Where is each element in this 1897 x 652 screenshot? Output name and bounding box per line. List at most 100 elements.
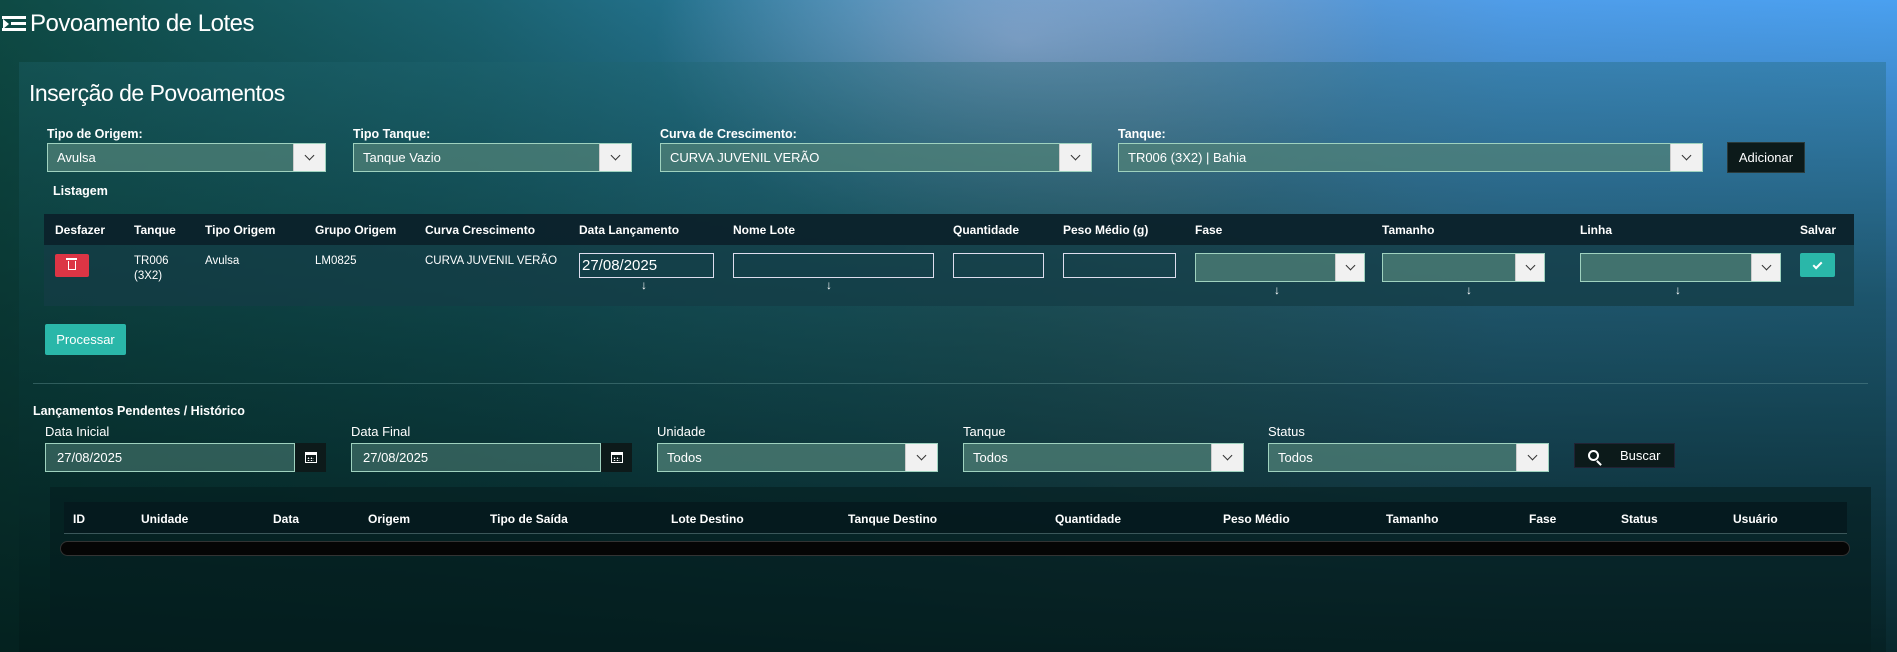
col-header: Peso Médio (g) (1063, 223, 1149, 237)
col-header: Desfazer (55, 223, 106, 237)
arrow-down-icon[interactable]: ↓ (641, 278, 647, 292)
chevron-down-icon[interactable] (1670, 144, 1702, 171)
listagem-grid: Desfazer Tanque Tipo Origem Grupo Origem… (44, 214, 1854, 306)
tanque-filter-value: Todos (973, 450, 1008, 465)
fase-select[interactable] (1195, 253, 1365, 282)
buscar-button[interactable]: Buscar (1574, 443, 1675, 468)
col-header: Curva Crescimento (425, 223, 536, 237)
check-icon (1812, 259, 1823, 269)
cell-tipo-origem: Avulsa (205, 255, 240, 267)
divider (33, 383, 1868, 384)
chevron-down-icon[interactable] (293, 144, 325, 171)
col-header: Status (1621, 512, 1658, 526)
cell-curva: CURVA JUVENIL VERÃO (425, 255, 558, 267)
salvar-button[interactable] (1800, 253, 1835, 277)
tipo-tanque-value: Tanque Vazio (363, 150, 441, 165)
tanque-label: Tanque: (1118, 127, 1166, 141)
col-header: Usuário (1733, 512, 1778, 526)
chevron-down-icon[interactable] (1211, 444, 1243, 471)
data-final-calendar-button[interactable] (601, 443, 632, 472)
calendar-icon (610, 452, 623, 463)
chevron-down-icon[interactable] (1751, 254, 1780, 281)
unidade-value: Todos (667, 450, 702, 465)
col-header: Nome Lote (733, 223, 796, 237)
tipo-origem-select[interactable]: Avulsa (47, 143, 326, 172)
chevron-down-icon[interactable] (599, 144, 631, 171)
col-header: Peso Médio (1223, 512, 1290, 526)
col-header: Quantidade (1055, 512, 1122, 526)
unidade-label: Unidade (657, 424, 706, 439)
data-final-label: Data Final (351, 424, 411, 439)
col-header: Grupo Origem (315, 223, 397, 237)
col-header: Tipo de Saída (490, 512, 568, 526)
adicionar-button[interactable]: Adicionar (1727, 142, 1805, 173)
cell-tanque-line1: TR006 (134, 255, 169, 267)
tipo-origem-label: Tipo de Origem: (47, 127, 143, 141)
col-header: Fase (1529, 512, 1557, 526)
section-title-insercao: Inserção de Povoamentos (29, 80, 285, 106)
col-header: Salvar (1800, 223, 1837, 237)
arrow-down-icon[interactable]: ↓ (1466, 283, 1472, 297)
cell-tanque: TR006 (3X2) (134, 255, 169, 282)
linha-select[interactable] (1580, 253, 1781, 282)
chevron-down-icon[interactable] (1516, 444, 1548, 471)
chevron-down-icon[interactable] (905, 444, 937, 471)
tanque-filter-label: Tanque (963, 424, 1006, 439)
data-inicial-calendar-button[interactable] (295, 443, 326, 472)
col-header: Tamanho (1382, 223, 1435, 237)
chevron-down-icon[interactable] (1059, 144, 1091, 171)
tipo-tanque-select[interactable]: Tanque Vazio (353, 143, 632, 172)
col-header: Unidade (141, 512, 189, 526)
data-lancamento-input[interactable]: 27/08/2025 (579, 253, 714, 278)
col-header: Tanque (134, 223, 176, 237)
status-select[interactable]: Todos (1268, 443, 1549, 472)
tanque-select[interactable]: TR006 (3X2) | Bahia (1118, 143, 1703, 172)
top-bar: Povoamento de Lotes (0, 8, 255, 40)
curva-label: Curva de Crescimento: (660, 127, 797, 141)
col-header: Data (273, 512, 300, 526)
horizontal-scrollbar[interactable] (60, 541, 1850, 556)
tanque-value: TR006 (3X2) | Bahia (1128, 150, 1247, 165)
menu-indent-icon[interactable] (2, 14, 28, 34)
buscar-label: Buscar (1620, 448, 1661, 463)
status-value: Todos (1278, 450, 1313, 465)
arrow-down-icon[interactable]: ↓ (826, 278, 832, 292)
arrow-down-icon[interactable]: ↓ (1675, 283, 1681, 297)
col-header: Fase (1195, 223, 1223, 237)
col-header: Lote Destino (671, 512, 744, 526)
trash-icon (66, 258, 77, 270)
arrow-down-icon[interactable]: ↓ (1274, 283, 1280, 297)
page-title: Povoamento de Lotes (30, 10, 255, 37)
unidade-select[interactable]: Todos (657, 443, 938, 472)
historico-title: Lançamentos Pendentes / Histórico (33, 404, 245, 418)
data-inicial-label: Data Inicial (45, 424, 110, 439)
col-header: Quantidade (953, 223, 1020, 237)
data-inicial-input[interactable]: 27/08/2025 (45, 443, 295, 472)
tipo-origem-value: Avulsa (57, 150, 96, 165)
peso-medio-input[interactable] (1063, 253, 1176, 278)
col-header: ID (73, 512, 85, 526)
processar-button[interactable]: Processar (45, 324, 126, 355)
col-header: Tanque Destino (848, 512, 938, 526)
chevron-down-icon[interactable] (1335, 254, 1364, 281)
col-header: Tamanho (1386, 512, 1439, 526)
quantidade-input[interactable] (953, 253, 1044, 278)
cell-tanque-line2: (3X2) (134, 270, 163, 282)
desfazer-button[interactable] (55, 254, 89, 277)
tipo-tanque-label: Tipo Tanque: (353, 127, 431, 141)
listagem-label: Listagem (53, 184, 108, 198)
curva-value: CURVA JUVENIL VERÃO (670, 150, 820, 165)
col-header: Data Lançamento (579, 223, 680, 237)
cell-grupo-origem: LM0825 (315, 255, 357, 267)
data-final-input[interactable]: 27/08/2025 (351, 443, 601, 472)
tanque-filter-select[interactable]: Todos (963, 443, 1244, 472)
nome-lote-input[interactable] (733, 253, 934, 278)
calendar-icon (304, 452, 317, 463)
listagem-grid-header: Desfazer Tanque Tipo Origem Grupo Origem… (44, 214, 1854, 245)
status-label: Status (1268, 424, 1305, 439)
chevron-down-icon[interactable] (1515, 254, 1544, 281)
tamanho-select[interactable] (1382, 253, 1545, 282)
historico-grid: ID Unidade Data Origem Tipo de Saída Lot… (50, 487, 1871, 652)
curva-select[interactable]: CURVA JUVENIL VERÃO (660, 143, 1092, 172)
col-header: Linha (1580, 223, 1612, 237)
